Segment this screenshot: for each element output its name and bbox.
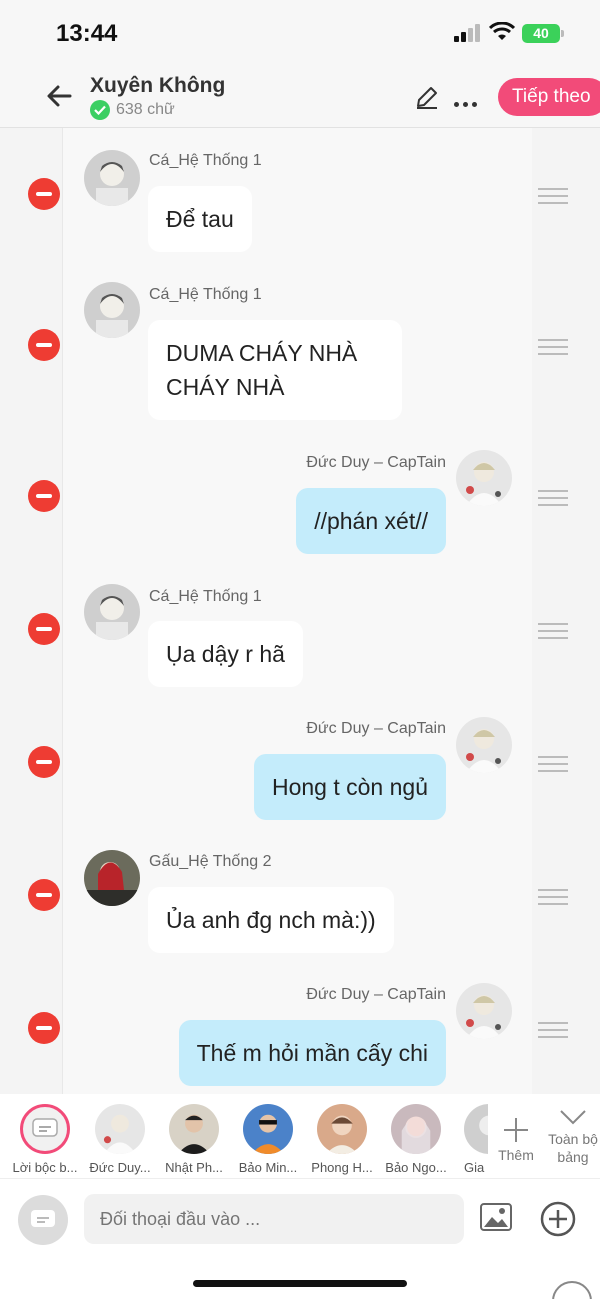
character-name: Phong H... <box>311 1160 373 1175</box>
all-characters-label: Toàn bộ bảng <box>548 1131 598 1165</box>
delete-message-icon[interactable] <box>28 480 60 512</box>
speaker-name: Cá_Hệ Thống 1 <box>149 152 262 169</box>
character-name: Đức Duy... <box>89 1160 151 1175</box>
pencil-icon[interactable] <box>414 84 440 110</box>
avatar <box>456 450 512 506</box>
next-button[interactable]: Tiếp theo <box>498 78 600 116</box>
drag-handle-icon[interactable] <box>538 339 568 360</box>
scroll-up-button[interactable] <box>552 1281 592 1299</box>
character-name: Gia <box>464 1160 485 1175</box>
character-item[interactable]: Đức Duy... <box>86 1104 154 1175</box>
plus-icon <box>504 1118 528 1142</box>
avatar <box>84 850 140 906</box>
add-character-button[interactable]: Thêm <box>496 1116 536 1163</box>
avatar <box>169 1104 219 1154</box>
chevron-down-icon <box>560 1110 586 1125</box>
character-name: Bảo Ngo... <box>385 1160 447 1175</box>
message-bubble[interactable]: Thế m hỏi mần cấy chi <box>178 1020 446 1086</box>
back-arrow-icon[interactable] <box>44 80 76 112</box>
avatar <box>243 1104 293 1154</box>
word-count: 638 chữ <box>90 100 175 120</box>
status-time: 13:44 <box>56 20 118 47</box>
avatar <box>464 1104 488 1154</box>
speaker-name: Đức Duy – CapTain <box>306 720 446 737</box>
battery-icon: 40 <box>522 24 564 43</box>
image-icon[interactable] <box>480 1203 512 1231</box>
avatar <box>84 584 140 640</box>
delete-message-icon[interactable] <box>28 329 60 361</box>
wifi-icon <box>489 22 515 40</box>
character-item[interactable]: Nhật Ph... <box>160 1104 228 1175</box>
drag-handle-icon[interactable] <box>538 490 568 511</box>
character-item[interactable]: Bảo Ngo... <box>382 1104 450 1175</box>
delete-message-icon[interactable] <box>28 879 60 911</box>
speaker-name: Gấu_Hệ Thống 2 <box>149 853 272 870</box>
drag-handle-icon[interactable] <box>538 1022 568 1043</box>
character-name: Bảo Min... <box>238 1160 298 1175</box>
message-bubble[interactable]: Ụa dậy r hã <box>148 621 303 687</box>
avatar <box>84 282 140 338</box>
speaker-name: Đức Duy – CapTain <box>306 986 446 1003</box>
narrator-icon <box>31 1210 55 1227</box>
delete-message-icon[interactable] <box>28 178 60 210</box>
signal-icon <box>454 24 482 42</box>
message-bubble[interactable]: DUMA CHÁY NHÀ CHÁY NHÀ <box>148 320 402 420</box>
delete-message-icon[interactable] <box>28 613 60 645</box>
character-item[interactable]: Phong H... <box>308 1104 376 1175</box>
speaker-name: Cá_Hệ Thống 1 <box>149 588 262 605</box>
header: Xuyên Không 638 chữ Tiếp theo <box>0 66 600 128</box>
drag-handle-icon[interactable] <box>538 889 568 910</box>
more-options-icon[interactable] <box>454 94 481 112</box>
avatar <box>84 150 140 206</box>
drag-handle-icon[interactable] <box>538 623 568 644</box>
speaker-name: Đức Duy – CapTain <box>306 454 446 471</box>
drag-handle-icon[interactable] <box>538 756 568 777</box>
character-name: Nhật Ph... <box>165 1160 223 1175</box>
add-character-label: Thêm <box>498 1147 534 1163</box>
character-item[interactable]: Bảo Min... <box>234 1104 302 1175</box>
narrator-toggle-button[interactable] <box>18 1195 68 1245</box>
add-circle-icon[interactable] <box>540 1201 576 1237</box>
input-bar <box>0 1178 600 1299</box>
avatar <box>95 1104 145 1154</box>
character-narrator[interactable]: Lời bộc b... <box>11 1104 79 1175</box>
avatar <box>456 717 512 773</box>
drag-handle-icon[interactable] <box>538 188 568 209</box>
avatar <box>391 1104 441 1154</box>
battery-level: 40 <box>533 25 549 41</box>
character-name: Lời bộc b... <box>12 1160 78 1175</box>
message-bubble[interactable]: Ủa anh đg nch mà:)) <box>148 887 394 953</box>
delete-message-icon[interactable] <box>28 1012 60 1044</box>
narrator-avatar <box>20 1104 70 1154</box>
word-count-label: 638 chữ <box>116 101 175 118</box>
home-indicator <box>193 1280 407 1287</box>
delete-message-icon[interactable] <box>28 746 60 778</box>
check-icon <box>90 100 110 120</box>
character-bar: Lời bộc b... Đức Duy... Nhật Ph... Bảo M… <box>0 1094 600 1178</box>
message-bubble[interactable]: Hong t còn ngủ <box>253 754 446 820</box>
message-bubble[interactable]: Để tau <box>148 186 252 252</box>
all-characters-button[interactable]: Toàn bộ bảng <box>545 1108 600 1166</box>
character-item[interactable]: Gia <box>456 1104 488 1175</box>
status-bar: 13:44 40 <box>0 0 600 66</box>
avatar <box>317 1104 367 1154</box>
chat-area: Cá_Hệ Thống 1 Để tau Cá_Hệ Thống 1 DUMA … <box>0 128 600 1094</box>
dialogue-input[interactable] <box>84 1194 464 1244</box>
message-bubble[interactable]: //phán xét// <box>296 488 446 554</box>
story-title: Xuyên Không <box>90 74 226 97</box>
avatar <box>456 983 512 1039</box>
speaker-name: Cá_Hệ Thống 1 <box>149 286 262 303</box>
